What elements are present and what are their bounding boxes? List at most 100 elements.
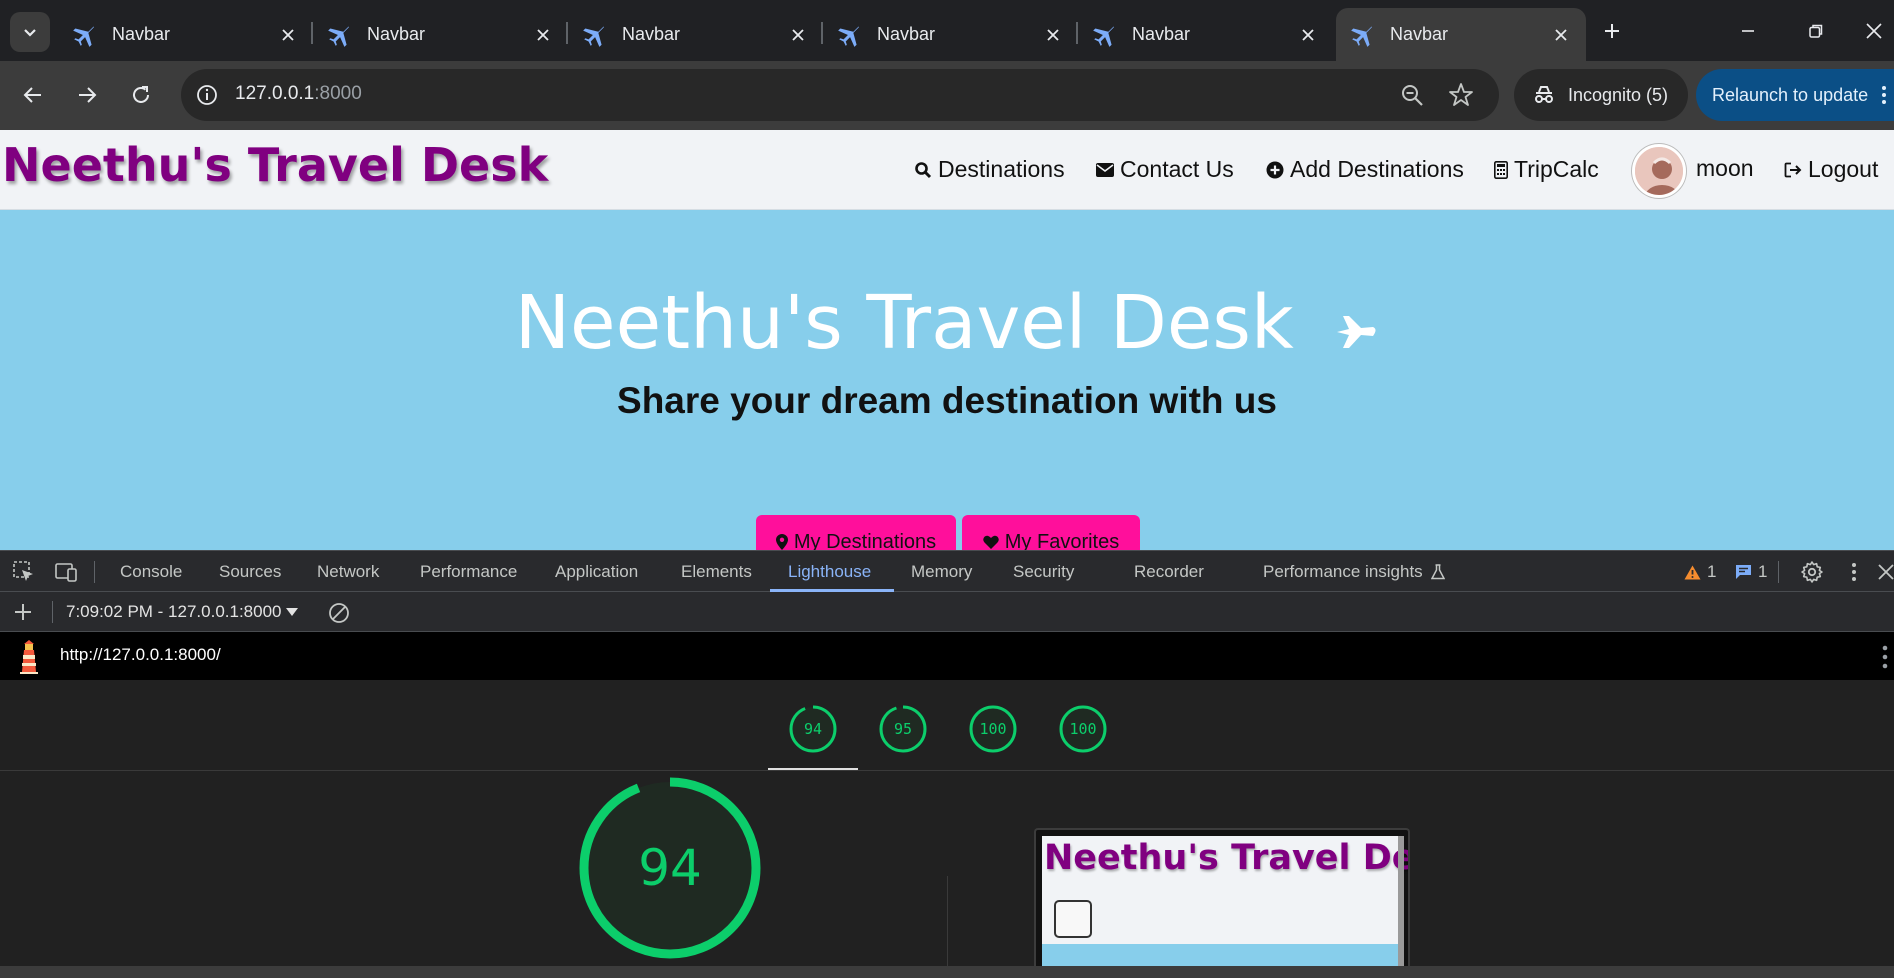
devtools-tab-elements[interactable]: Elements [681,562,752,582]
arrow-right-icon [79,87,97,103]
score-gauge-seo[interactable]: 100 [1058,704,1108,754]
flask-icon [1430,564,1445,580]
incognito-badge[interactable]: Incognito (5) [1514,69,1688,121]
forward-button[interactable] [70,78,104,112]
devtools-tab-sources[interactable]: Sources [219,562,281,582]
nav-tripcalc-label: TripCalc [1514,156,1599,182]
url-text[interactable]: 127.0.0.1:8000 [235,83,362,105]
devtools-tab-memory[interactable]: Memory [911,562,972,582]
nav-add-destinations-label: Add Destinations [1290,156,1464,182]
star-icon[interactable] [1447,81,1475,109]
browser-tab[interactable]: Navbar [823,8,1078,61]
my-favorites-button[interactable]: My Favorites [962,515,1140,550]
restore-button[interactable] [1796,14,1836,48]
score-value: 95 [893,720,913,738]
close-icon[interactable] [1874,560,1894,584]
toolbar-divider [52,601,53,623]
reload-button[interactable] [124,78,158,112]
address-bar[interactable]: 127.0.0.1:8000 [181,69,1499,121]
audited-url[interactable]: http://127.0.0.1:8000/ [60,645,221,665]
airplane-icon [1348,21,1376,49]
relaunch-label: Relaunch to update [1712,84,1869,105]
url-host: 127.0.0.1 [235,83,315,104]
logout-icon [1784,162,1802,177]
score-gauge-performance[interactable]: 94 [788,704,838,754]
gear-icon[interactable] [1800,560,1824,584]
horizontal-scrollbar[interactable] [0,966,1894,978]
more-vert-icon[interactable] [1842,560,1866,584]
new-tab-button[interactable] [1596,15,1628,47]
devtools-tab-console[interactable]: Console [120,562,182,582]
report-selector[interactable]: 7:09:02 PM - 127.0.0.1:8000 [66,602,298,622]
envelope-icon [1096,162,1114,177]
lighthouse-toolbar: 7:09:02 PM - 127.0.0.1:8000 [0,592,1894,632]
tab-title: Navbar [877,24,936,44]
hero-subtitle: Share your dream destination with us [617,380,1277,421]
messages-badge[interactable]: 1 [1735,562,1767,582]
score-gauge-accessibility[interactable]: 95 [878,704,928,754]
warnings-count: 1 [1707,562,1717,581]
devtools-tab-network[interactable]: Network [317,562,379,582]
plus-icon [1605,24,1619,38]
my-destinations-label: My Destinations [793,530,937,551]
info-icon[interactable] [195,83,219,107]
zoom-out-icon[interactable] [1399,82,1427,110]
browser-tab[interactable]: Navbar [1078,8,1333,61]
more-vert-icon[interactable] [1880,644,1890,670]
device-toolbar-icon[interactable] [54,560,78,584]
close-icon[interactable] [530,22,556,48]
calculator-icon [1494,160,1508,179]
score-gauge-best-practices[interactable]: 100 [968,704,1018,754]
nav-contact-link[interactable]: Contact Us [1096,156,1234,183]
heart-icon [983,535,999,549]
nav-destinations-label: Destinations [938,156,1065,182]
score-value: 100 [979,720,1007,738]
nav-destinations-link[interactable]: Destinations [914,156,1065,183]
browser-tab[interactable]: Navbar [58,8,313,61]
tab-search-button[interactable] [10,12,50,52]
nav-logout-link[interactable]: Logout [1784,156,1878,183]
browser-tab-strip: Navbar Navbar Navbar Navbar Navbar Navba… [0,0,1894,61]
close-icon[interactable] [1040,22,1066,48]
relaunch-button[interactable]: Relaunch to update [1696,69,1894,121]
user-avatar[interactable] [1632,144,1686,198]
devtools-tab-recorder[interactable]: Recorder [1134,562,1204,582]
devtools-tab-performance[interactable]: Performance [420,562,517,582]
chevron-down-icon [24,29,36,37]
close-window-button[interactable] [1854,14,1894,48]
thumbnail-menu-toggle [1054,900,1092,938]
browser-tab[interactable]: Navbar [313,8,568,61]
airplane-icon [325,21,353,49]
browser-toolbar: 127.0.0.1:8000 Incognito (5) Relaunch to… [0,61,1894,130]
close-icon[interactable] [275,22,301,48]
close-icon[interactable] [1295,22,1321,48]
close-icon[interactable] [785,22,811,48]
devtools-tab-application[interactable]: Application [555,562,638,582]
tab-title: Navbar [367,24,426,44]
clear-icon[interactable] [327,601,351,625]
tab-title: Navbar [622,24,681,44]
site-brand[interactable]: Neethu's Travel Desk [2,138,548,192]
nav-add-destinations-link[interactable]: Add Destinations [1266,156,1464,183]
minimize-button[interactable] [1728,14,1768,48]
inspect-element-icon[interactable] [12,560,36,584]
lighthouse-report: 94 95 100 100 94 Neethu's Travel Desk [0,680,1894,978]
username[interactable]: moon [1696,155,1754,182]
nav-tripcalc-link[interactable]: TripCalc [1494,156,1599,183]
browser-tab-active[interactable]: Navbar [1336,8,1586,61]
browser-tab[interactable]: Navbar [568,8,823,61]
minimize-icon [1742,30,1754,32]
devtools-tab-performance-insights[interactable]: Performance insights [1263,562,1445,582]
plus-icon[interactable] [12,601,34,623]
devtools-tab-security[interactable]: Security [1013,562,1074,582]
airplane-icon [70,21,98,49]
performance-insights-label: Performance insights [1263,562,1423,581]
devtools-tab-lighthouse[interactable]: Lighthouse [788,562,871,582]
my-destinations-button[interactable]: My Destinations [756,515,956,550]
back-button[interactable] [16,78,50,112]
thumbnail-page: Neethu's Travel Desk [1042,836,1408,978]
score-value: 94 [803,720,823,738]
lighthouse-url-bar: http://127.0.0.1:8000/ [0,632,1894,680]
close-icon[interactable] [1548,22,1574,48]
warnings-badge[interactable]: 1 [1684,562,1716,582]
